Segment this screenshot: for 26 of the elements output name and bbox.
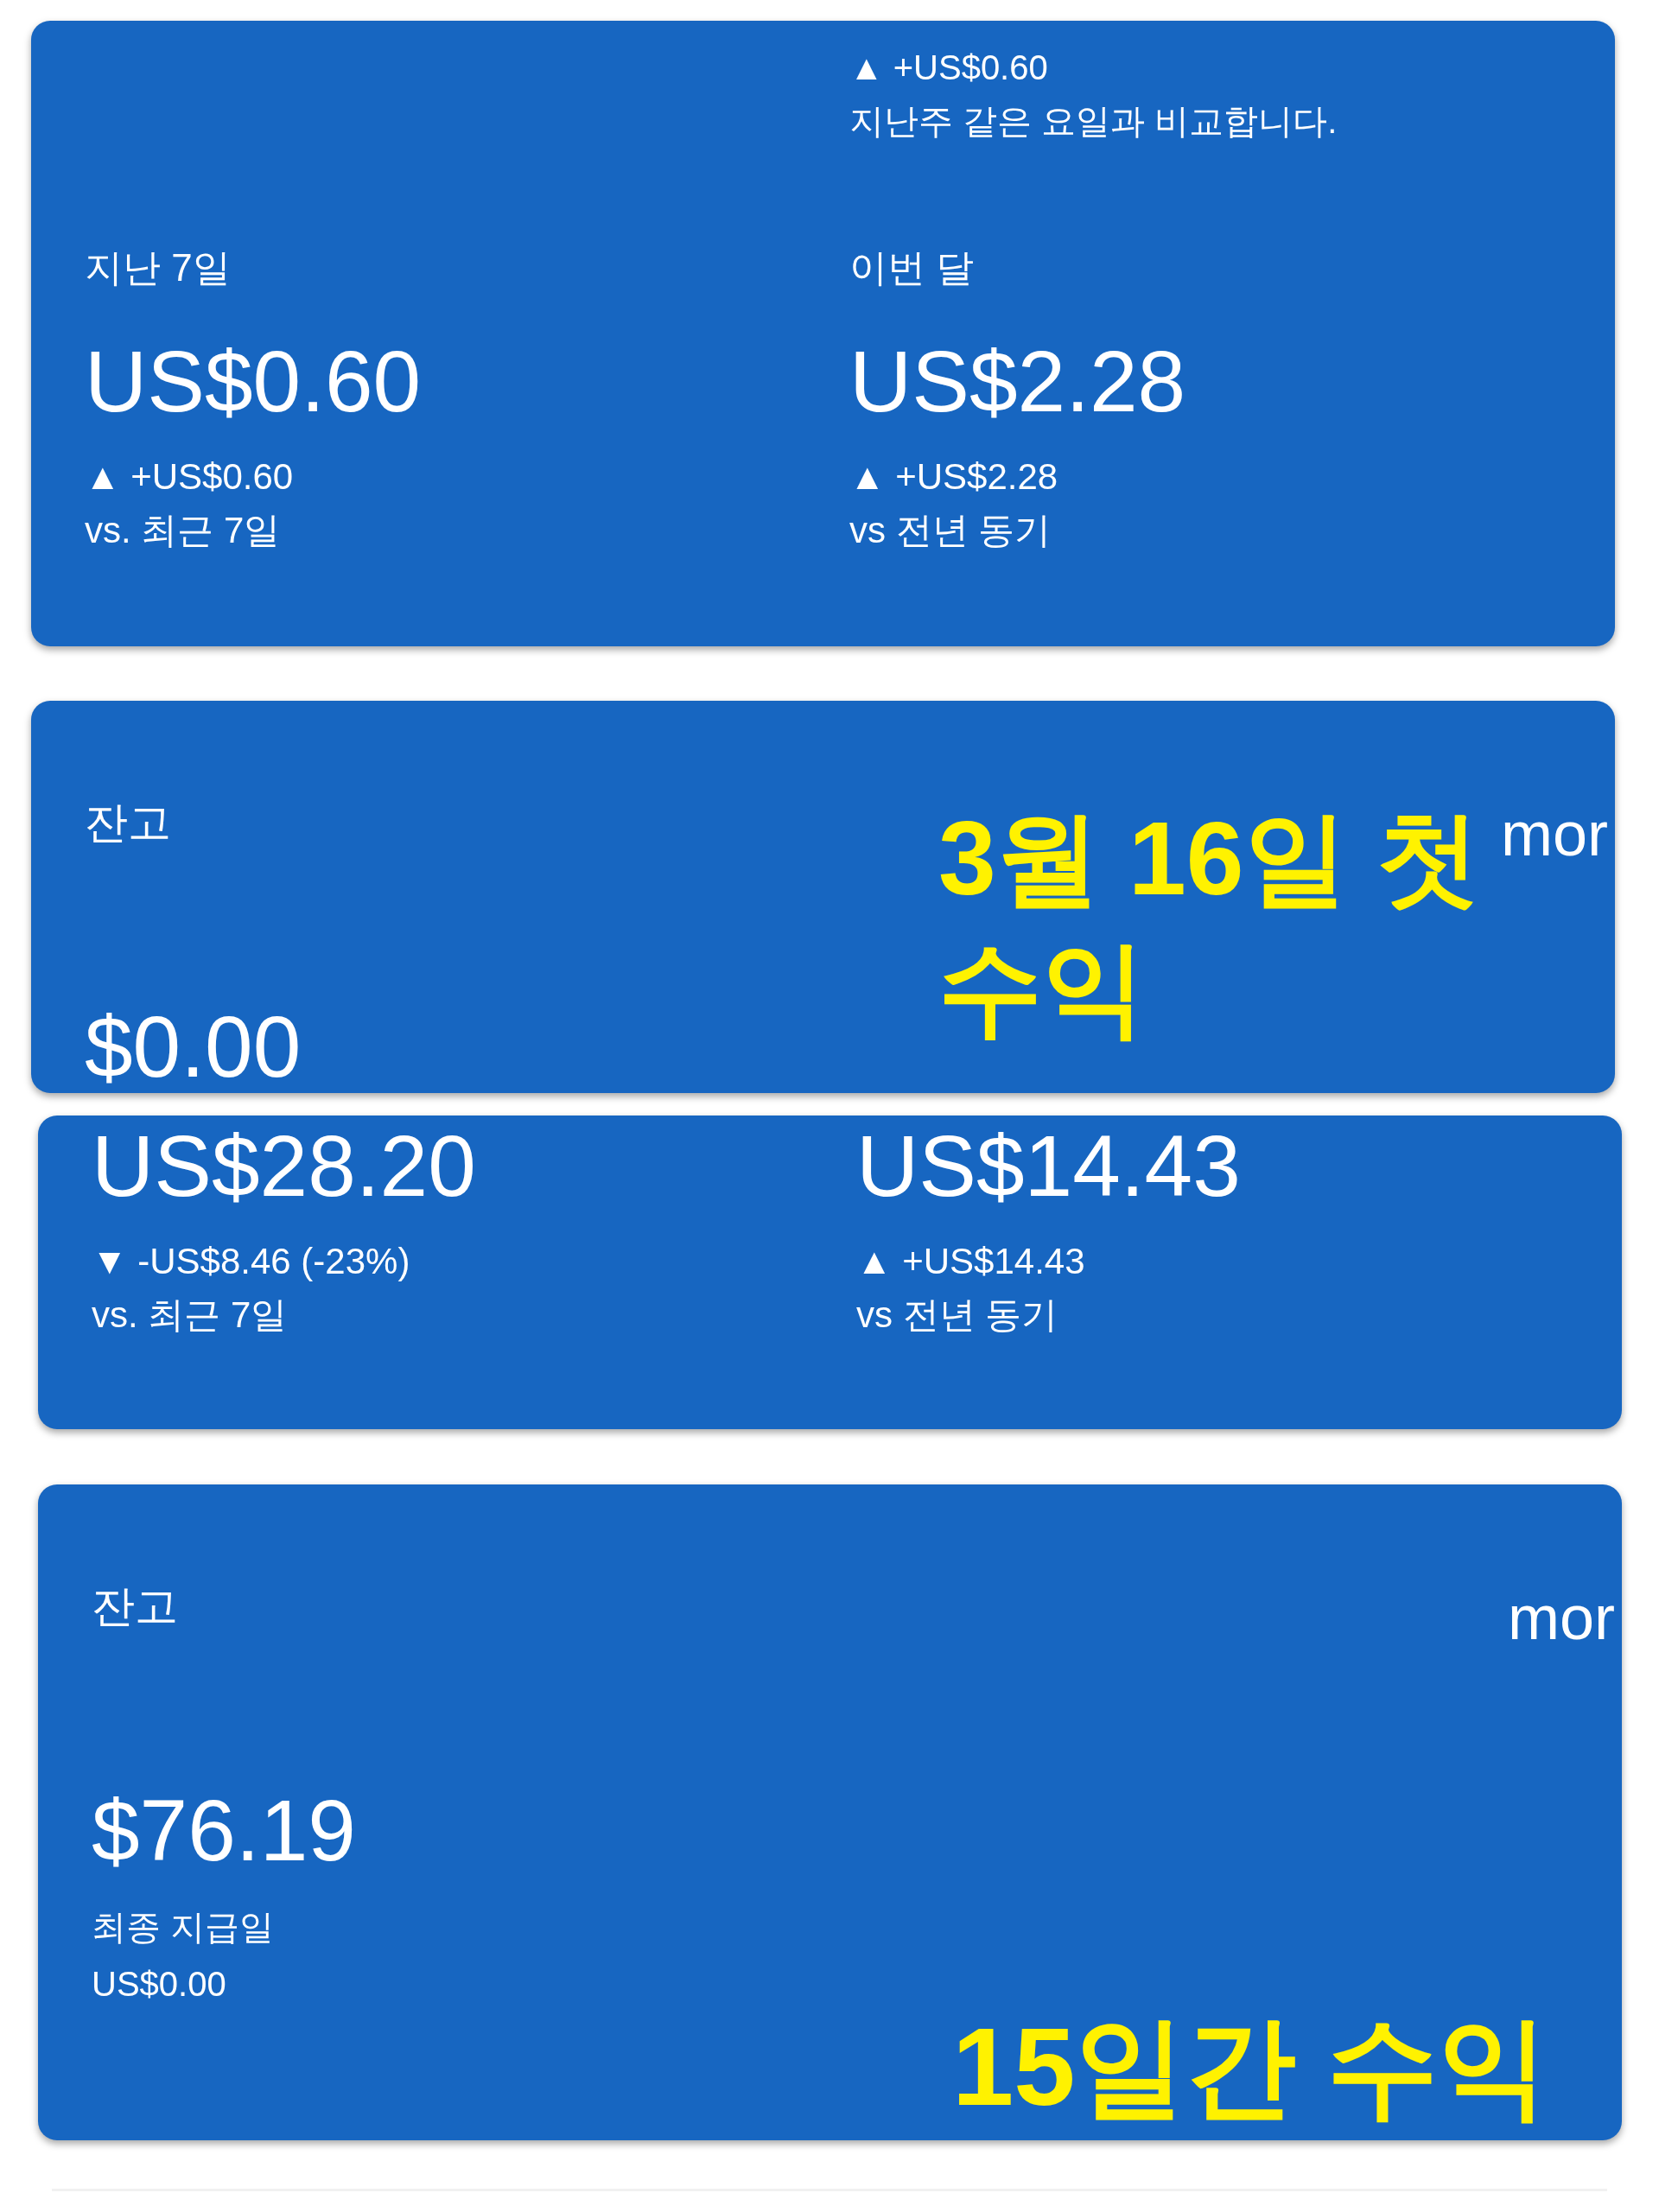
amount-text: US$14.43 xyxy=(856,1116,1241,1216)
comparison-text: vs 전년 동기 xyxy=(856,1294,1058,1337)
change-text: ▼ -US$8.46 (-23%) xyxy=(92,1240,410,1283)
annotation-text: 15일간 수익 xyxy=(952,2004,1548,2130)
amount-text: $76.19 xyxy=(92,1785,356,1875)
amount-text: US$28.20 xyxy=(92,1116,476,1216)
payout-amount: US$0.00 xyxy=(92,1964,226,2005)
annotation-text: 3월 16일 첫 수익 xyxy=(938,799,1481,1047)
period-label: 지난 7일 xyxy=(85,245,231,290)
note-text: 지난주 같은 요일과 비교합니다. xyxy=(849,101,1338,142)
payout-label: 최종 지급일 xyxy=(92,1907,275,1948)
change-text: ▲ +US$14.43 xyxy=(856,1240,1085,1283)
amount-text: US$2.28 xyxy=(849,332,1186,431)
more-link[interactable]: mor xyxy=(1508,1583,1615,1652)
change-text: ▲ +US$0.60 xyxy=(85,455,294,499)
amount-text: $0.00 xyxy=(85,1001,302,1091)
balance-label: 잔고 xyxy=(92,1581,178,1632)
change-text: ▲ +US$0.60 xyxy=(849,48,1048,88)
amount-text: US$0.60 xyxy=(85,332,422,431)
comparison-text: vs 전년 동기 xyxy=(849,509,1052,552)
period-label: 이번 달 xyxy=(849,245,975,290)
more-link[interactable]: mor xyxy=(1501,799,1608,868)
balance-label: 잔고 xyxy=(85,798,171,849)
comparison-text: vs. 최근 7일 xyxy=(92,1294,288,1337)
comparison-text: vs. 최근 7일 xyxy=(85,509,281,552)
change-text: ▲ +US$2.28 xyxy=(849,455,1058,499)
